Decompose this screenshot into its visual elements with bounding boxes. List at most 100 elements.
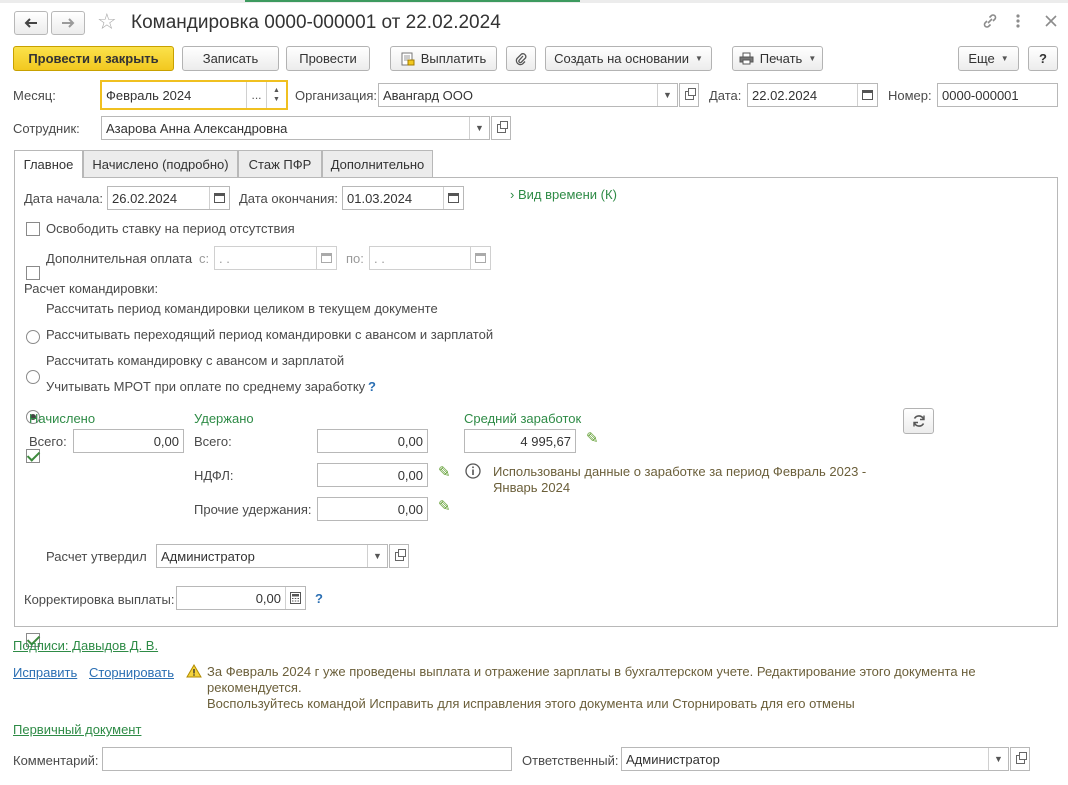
ndfl-edit-pencil-icon[interactable]: ✎ — [438, 463, 451, 481]
correction-help-icon[interactable]: ? — [315, 591, 323, 606]
employee-field[interactable]: Азарова Анна Александровна ▼ — [101, 116, 490, 140]
withheld-total-field[interactable]: 0,00 — [317, 429, 428, 453]
organization-label: Организация: — [295, 88, 378, 103]
calc-option-label: Рассчитывать переходящий период командир… — [46, 327, 494, 342]
extra-from-value[interactable]: . . — [215, 247, 316, 269]
calendar-icon[interactable] — [443, 187, 463, 209]
primary-document-link[interactable]: Первичный документ — [13, 722, 141, 737]
chevron-down-icon[interactable]: ▼ — [988, 748, 1008, 770]
approved-open-button[interactable] — [389, 544, 409, 568]
end-date-label: Дата окончания: — [239, 191, 338, 206]
calendar-icon[interactable] — [209, 187, 229, 209]
average-info-line: Использованы данные о заработке за перио… — [493, 464, 867, 479]
employee-value[interactable]: Азарова Анна Александровна — [102, 117, 469, 139]
extra-from-field[interactable]: . . — [214, 246, 337, 270]
warning-line: Воспользуйтесь командой Исправить для ис… — [207, 696, 855, 711]
extra-to-label: по: — [346, 251, 364, 266]
month-spin-icon[interactable]: ▲ ▼ — [266, 82, 286, 108]
signatures-link[interactable]: Подписи: Давыдов Д. В. — [13, 638, 158, 653]
date-field[interactable]: 22.02.2024 — [747, 83, 878, 107]
other-withholdings-field[interactable]: 0,00 — [317, 497, 428, 521]
responsible-value[interactable]: Администратор — [622, 748, 988, 770]
chevron-down-icon: ▼ — [1000, 54, 1009, 63]
post-button[interactable]: Провести — [286, 46, 370, 71]
extra-pay-checkbox[interactable] — [26, 266, 40, 280]
reverse-link[interactable]: Сторнировать — [89, 665, 174, 680]
end-date-field[interactable]: 01.03.2024 — [342, 186, 464, 210]
number-field[interactable]: 0000-000001 — [937, 83, 1058, 107]
post-and-close-button[interactable]: Провести и закрыть — [13, 46, 174, 71]
chevron-down-icon[interactable]: ▼ — [469, 117, 489, 139]
post-and-close-label: Провести и закрыть — [28, 51, 159, 66]
comment-value[interactable] — [103, 748, 511, 770]
approved-by-field[interactable]: Администратор ▼ — [156, 544, 388, 568]
create-based-on-button[interactable]: Создать на основании ▼ — [545, 46, 712, 71]
tab-main[interactable]: Главное — [14, 150, 83, 178]
month-value[interactable]: Февраль 2024 — [102, 82, 246, 108]
refresh-icon — [912, 415, 925, 427]
tab-accrued-detailed[interactable]: Начислено (подробно) — [83, 150, 238, 177]
ndfl-field[interactable]: 0,00 — [317, 463, 428, 487]
more-button[interactable]: Еще ▼ — [958, 46, 1019, 71]
withheld-header: Удержано — [194, 411, 254, 426]
calculator-icon[interactable] — [285, 587, 305, 609]
end-date-value[interactable]: 01.03.2024 — [343, 187, 443, 209]
print-button[interactable]: Печать ▼ — [732, 46, 823, 71]
close-icon[interactable] — [1045, 15, 1057, 30]
employee-open-button[interactable] — [491, 116, 511, 140]
responsible-field[interactable]: Администратор ▼ — [621, 747, 1009, 771]
number-value[interactable]: 0000-000001 — [938, 84, 1057, 106]
average-edit-pencil-icon[interactable]: ✎ — [586, 429, 599, 447]
forward-button[interactable] — [51, 11, 85, 35]
extra-to-value[interactable]: . . — [370, 247, 470, 269]
chevron-down-icon[interactable]: ▼ — [367, 545, 387, 567]
other-withholdings-value[interactable]: 0,00 — [318, 498, 427, 520]
save-button[interactable]: Записать — [182, 46, 279, 71]
accrued-total-value[interactable]: 0,00 — [74, 430, 183, 452]
favorite-star-icon[interactable]: ☆ — [97, 11, 117, 33]
other-edit-pencil-icon[interactable]: ✎ — [438, 497, 451, 515]
withheld-total-value[interactable]: 0,00 — [318, 430, 427, 452]
correction-field[interactable]: 0,00 — [176, 586, 306, 610]
calc-option-radio-transitional[interactable] — [26, 370, 40, 384]
approved-by-value[interactable]: Администратор — [157, 545, 367, 567]
back-button[interactable] — [14, 11, 48, 35]
tab-pfr-experience[interactable]: Стаж ПФР — [238, 150, 322, 177]
attach-button[interactable] — [506, 46, 536, 71]
responsible-open-button[interactable] — [1010, 747, 1030, 771]
month-field[interactable]: Февраль 2024 ... ▲ ▼ — [100, 80, 288, 110]
organization-open-button[interactable] — [679, 83, 699, 107]
free-rate-checkbox[interactable] — [26, 222, 40, 236]
pay-button[interactable]: Выплатить — [390, 46, 497, 71]
calendar-icon[interactable] — [470, 247, 490, 269]
mrot-checkbox[interactable] — [26, 449, 40, 463]
organization-field[interactable]: Авангард ООО ▼ — [378, 83, 678, 107]
month-select-button[interactable]: ... — [246, 82, 266, 108]
warning-text: За Февраль 2024 г уже проведены выплата … — [207, 664, 976, 712]
chevron-down-icon[interactable]: ▼ — [657, 84, 677, 106]
date-value[interactable]: 22.02.2024 — [748, 84, 857, 106]
fix-link[interactable]: Исправить — [13, 665, 77, 680]
menu-dots-icon[interactable] — [1014, 13, 1022, 32]
start-date-value[interactable]: 26.02.2024 — [108, 187, 209, 209]
comment-field[interactable] — [102, 747, 512, 771]
tab-additional[interactable]: Дополнительно — [322, 150, 433, 177]
organization-value[interactable]: Авангард ООО — [379, 84, 657, 106]
refresh-button[interactable] — [903, 408, 934, 434]
help-button[interactable]: ? — [1028, 46, 1058, 71]
extra-to-field[interactable]: . . — [369, 246, 491, 270]
start-date-field[interactable]: 26.02.2024 — [107, 186, 230, 210]
time-kind-link[interactable]: › Вид времени (К) — [510, 187, 617, 202]
calendar-icon[interactable] — [316, 247, 336, 269]
average-earnings-field[interactable]: 4 995,67 — [464, 429, 576, 453]
calc-option-radio-whole[interactable] — [26, 330, 40, 344]
calendar-icon[interactable] — [857, 84, 877, 106]
help-label: ? — [1039, 51, 1047, 66]
accrued-total-field[interactable]: 0,00 — [73, 429, 184, 453]
link-icon[interactable] — [982, 13, 998, 33]
correction-value[interactable]: 0,00 — [177, 587, 285, 609]
average-earnings-value[interactable]: 4 995,67 — [465, 430, 575, 452]
ndfl-value[interactable]: 0,00 — [318, 464, 427, 486]
mrot-help-icon[interactable]: ? — [368, 379, 376, 394]
free-rate-label: Освободить ставку на период отсутствия — [46, 221, 295, 236]
